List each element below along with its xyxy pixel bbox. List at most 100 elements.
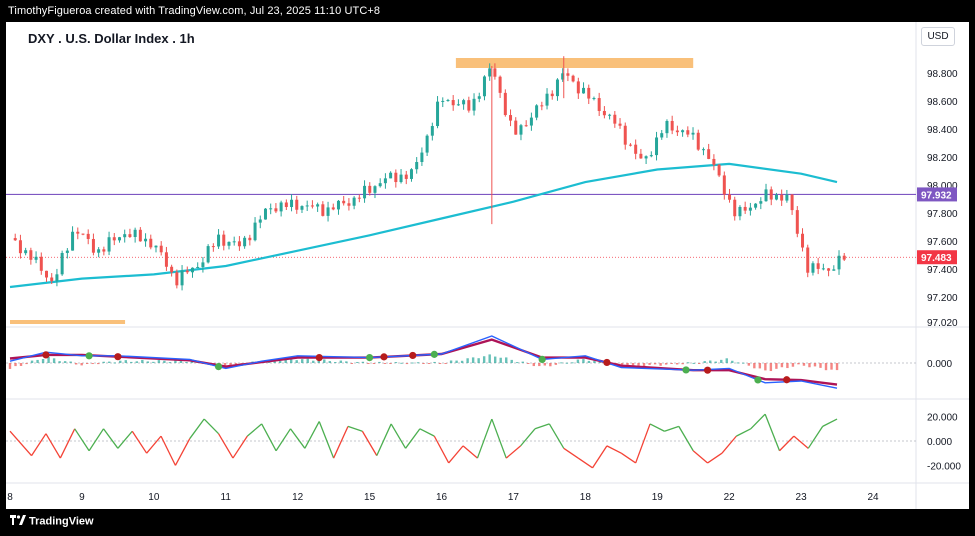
oscillator-segment bbox=[736, 428, 752, 437]
macd-histogram-bar bbox=[527, 363, 530, 364]
candle-body bbox=[811, 263, 815, 273]
tradingview-footer[interactable]: TradingView bbox=[10, 515, 94, 528]
candle-body bbox=[550, 93, 554, 97]
oscillator-segment bbox=[304, 421, 320, 449]
candle-body bbox=[613, 114, 617, 124]
candle-body bbox=[555, 79, 559, 97]
candle-body bbox=[456, 104, 460, 106]
candle-body bbox=[290, 199, 294, 208]
candle-body bbox=[524, 125, 528, 127]
oscillator-segment bbox=[476, 418, 493, 459]
oscillator-segment bbox=[822, 418, 838, 427]
candle-body bbox=[133, 229, 137, 238]
candle-body bbox=[462, 100, 466, 105]
oscillator-segment bbox=[635, 423, 651, 464]
currency-button[interactable]: USD bbox=[921, 27, 955, 46]
macd-histogram-bar bbox=[499, 357, 502, 363]
y-tick-label: 98.600 bbox=[927, 97, 958, 108]
macd-histogram-bar bbox=[295, 360, 298, 363]
macd-histogram-bar bbox=[80, 363, 83, 366]
candle-body bbox=[159, 245, 163, 253]
macd-histogram-bar bbox=[742, 362, 745, 364]
oscillator-segment bbox=[534, 423, 550, 430]
macd-histogram-bar bbox=[802, 363, 806, 366]
macd-histogram-bar bbox=[582, 359, 585, 363]
oscillator-segment bbox=[102, 428, 119, 449]
candle-body bbox=[623, 125, 627, 145]
candle-body bbox=[827, 268, 831, 271]
candle-body bbox=[404, 174, 408, 179]
candle-body bbox=[138, 229, 142, 242]
macd-histogram-bar bbox=[813, 363, 817, 367]
tradingview-logo-icon bbox=[10, 515, 26, 528]
macd-histogram-bar bbox=[824, 363, 828, 371]
macd-histogram-bar bbox=[653, 363, 657, 365]
candle-body bbox=[472, 98, 476, 111]
macd-histogram-bar bbox=[163, 360, 166, 363]
bullish-cross-dot bbox=[538, 355, 546, 363]
oscillator-segment bbox=[203, 418, 220, 435]
candle-body bbox=[696, 132, 700, 150]
macd-histogram-bar bbox=[543, 363, 547, 366]
macd-histogram-bar bbox=[681, 363, 684, 365]
y-tick-label: 97.400 bbox=[927, 265, 958, 276]
candle-body bbox=[149, 238, 153, 248]
candle-body bbox=[373, 186, 377, 193]
oscillator-segment bbox=[779, 435, 795, 452]
candle-body bbox=[263, 208, 267, 220]
candle-body bbox=[722, 175, 726, 195]
oscillator-segment bbox=[606, 445, 622, 454]
chart-canvas[interactable]: 98.80098.60098.40098.20098.00097.80097.6… bbox=[0, 0, 975, 536]
oscillator-segment bbox=[750, 413, 766, 430]
oscillator-segment bbox=[261, 423, 277, 452]
macd-histogram-bar bbox=[350, 363, 354, 364]
candle-body bbox=[436, 101, 440, 127]
macd-histogram-bar bbox=[571, 362, 574, 364]
candle-body bbox=[566, 73, 570, 76]
macd-histogram-bar bbox=[725, 358, 728, 363]
candle-body bbox=[493, 68, 497, 77]
candle-body bbox=[164, 252, 168, 267]
candle-body bbox=[154, 245, 158, 248]
macd-histogram-bar bbox=[720, 359, 723, 363]
candle-body bbox=[649, 155, 653, 157]
candle-body bbox=[237, 241, 241, 247]
candle-body bbox=[102, 249, 106, 252]
moving-average-line bbox=[9, 162, 838, 289]
candle-body bbox=[222, 234, 226, 246]
candle-body bbox=[571, 75, 575, 82]
macd-histogram-bar bbox=[372, 363, 376, 364]
bullish-cross-dot bbox=[430, 350, 438, 358]
candle-body bbox=[217, 234, 221, 247]
x-tick-label: 10 bbox=[148, 492, 160, 503]
macd-histogram-bar bbox=[797, 363, 800, 365]
candle-body bbox=[97, 249, 101, 253]
bearish-cross-dot bbox=[380, 353, 388, 361]
oscillator-segment bbox=[764, 413, 781, 451]
oscillator-segment bbox=[563, 447, 579, 459]
macd-histogram-bar bbox=[102, 361, 105, 363]
macd-histogram-bar bbox=[345, 361, 348, 363]
macd-histogram-bar bbox=[835, 363, 839, 371]
candle-body bbox=[300, 206, 304, 210]
macd-histogram-bar bbox=[97, 363, 100, 365]
candle-body bbox=[587, 87, 591, 99]
macd-histogram-bar bbox=[576, 359, 580, 363]
macd-histogram-bar bbox=[736, 362, 739, 364]
candle-body bbox=[451, 100, 455, 106]
candle-body bbox=[733, 199, 737, 217]
oscillator-segment bbox=[88, 428, 105, 452]
macd-histogram-bar bbox=[63, 361, 67, 363]
footer-brand: TradingView bbox=[29, 515, 94, 528]
macd-histogram-bar bbox=[659, 363, 662, 366]
macd-histogram-bar bbox=[8, 363, 12, 369]
bullish-cross-dot bbox=[365, 354, 374, 362]
oscillator-segment bbox=[246, 423, 263, 437]
oscillator-segment bbox=[793, 435, 809, 449]
candle-body bbox=[55, 274, 59, 282]
candle-body bbox=[175, 272, 179, 286]
macd-histogram-bar bbox=[786, 363, 789, 369]
candle-body bbox=[394, 172, 398, 183]
candle-body bbox=[201, 262, 205, 267]
candle-body bbox=[748, 207, 752, 211]
